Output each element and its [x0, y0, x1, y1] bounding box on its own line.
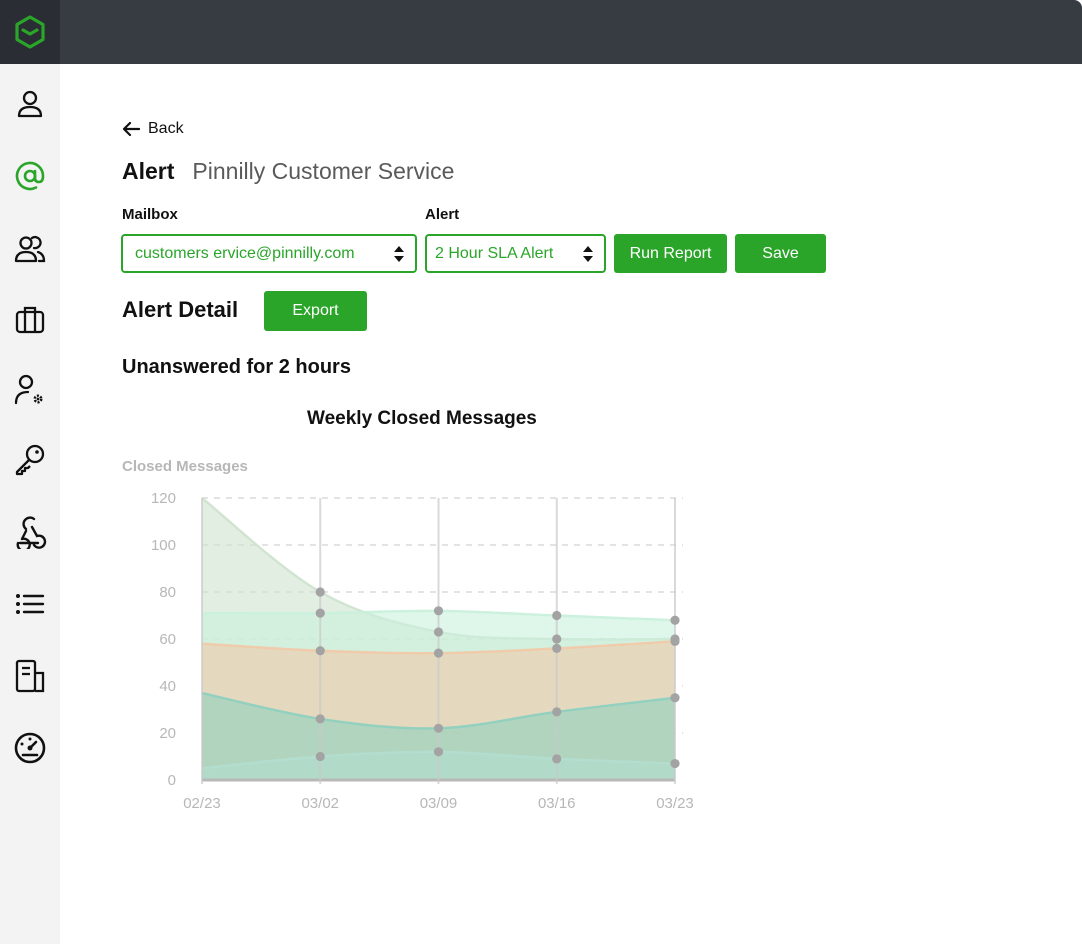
closed-messages-chart: Closed Messages 0 20 40 60 80 100 120 02/23 03/02… [122, 458, 694, 812]
data-point [315, 608, 325, 618]
x-tick-label: 03/09 [420, 795, 458, 812]
y-tick-label: 20 [159, 725, 176, 742]
y-tick-label: 80 [159, 584, 176, 601]
y-tick-label: 40 [159, 678, 176, 695]
y-axis-title: Closed Messages [122, 458, 248, 475]
nav-user-settings-icon[interactable] [8, 368, 52, 412]
alert-select-value: 2 Hour SLA Alert [435, 244, 554, 262]
data-point [670, 636, 680, 646]
y-tick-label: 120 [151, 490, 176, 507]
arrow-left-icon [122, 122, 140, 136]
data-point [552, 634, 562, 644]
select-arrows-icon [394, 246, 404, 262]
page-subtitle: Pinnilly Customer Service [192, 158, 455, 184]
x-tick-label: 03/23 [656, 795, 694, 812]
nav-dashboard-icon[interactable] [8, 726, 52, 770]
x-tick-label: 03/02 [301, 795, 339, 812]
chart-title: Weekly Closed Messages [307, 408, 537, 429]
logo-icon [15, 15, 45, 49]
save-button[interactable]: Save [735, 234, 826, 273]
top-bar [0, 0, 1082, 64]
alert-select[interactable]: 2 Hour SLA Alert [425, 234, 606, 273]
nav-user-icon[interactable] [8, 82, 52, 126]
y-tick-label: 100 [151, 537, 176, 554]
x-tick-label: 03/16 [538, 795, 576, 812]
alert-condition: Unanswered for 2 hours [122, 356, 351, 378]
nav-key-icon[interactable] [8, 438, 52, 482]
back-label: Back [148, 120, 184, 137]
back-button[interactable]: Back [122, 120, 184, 138]
data-point [315, 714, 325, 724]
data-point [433, 648, 444, 658]
y-tick-label: 0 [168, 772, 176, 789]
data-point [315, 587, 325, 597]
alert-detail-heading: Alert Detail [122, 297, 239, 322]
data-point [670, 693, 680, 703]
data-point [315, 646, 325, 656]
nav-users-icon[interactable] [8, 227, 52, 271]
page-title-label: Alert [122, 158, 175, 184]
data-point [552, 610, 562, 621]
export-button[interactable]: Export [264, 291, 367, 331]
y-tick-label: 60 [159, 631, 176, 648]
data-point [552, 643, 562, 653]
data-point [433, 627, 444, 637]
run-report-button[interactable]: Run Report [614, 234, 727, 273]
sidebar [0, 64, 60, 944]
data-point [670, 758, 680, 769]
data-point [433, 606, 444, 616]
data-point [433, 747, 444, 757]
mailbox-label: Mailbox [122, 206, 178, 223]
data-point [552, 754, 562, 764]
page-title: Alert Pinnilly Customer Service [122, 158, 454, 185]
x-tick-label: 02/23 [183, 795, 221, 812]
nav-briefcase-icon[interactable] [8, 298, 52, 342]
nav-at-sign-icon[interactable] [8, 154, 52, 198]
data-point [433, 723, 444, 733]
nav-webhook-icon[interactable] [8, 510, 52, 554]
data-point [552, 707, 562, 717]
alert-label: Alert [425, 206, 460, 223]
nav-list-icon[interactable] [8, 582, 52, 626]
mailbox-select[interactable]: customers ervice@pinnilly.com [121, 234, 417, 273]
mailbox-select-value: customers ervice@pinnilly.com [135, 244, 355, 262]
data-point [315, 751, 325, 762]
app-logo[interactable] [0, 0, 60, 64]
nav-document-icon[interactable] [8, 654, 52, 698]
select-arrows-icon [583, 246, 593, 262]
data-point [670, 615, 680, 625]
